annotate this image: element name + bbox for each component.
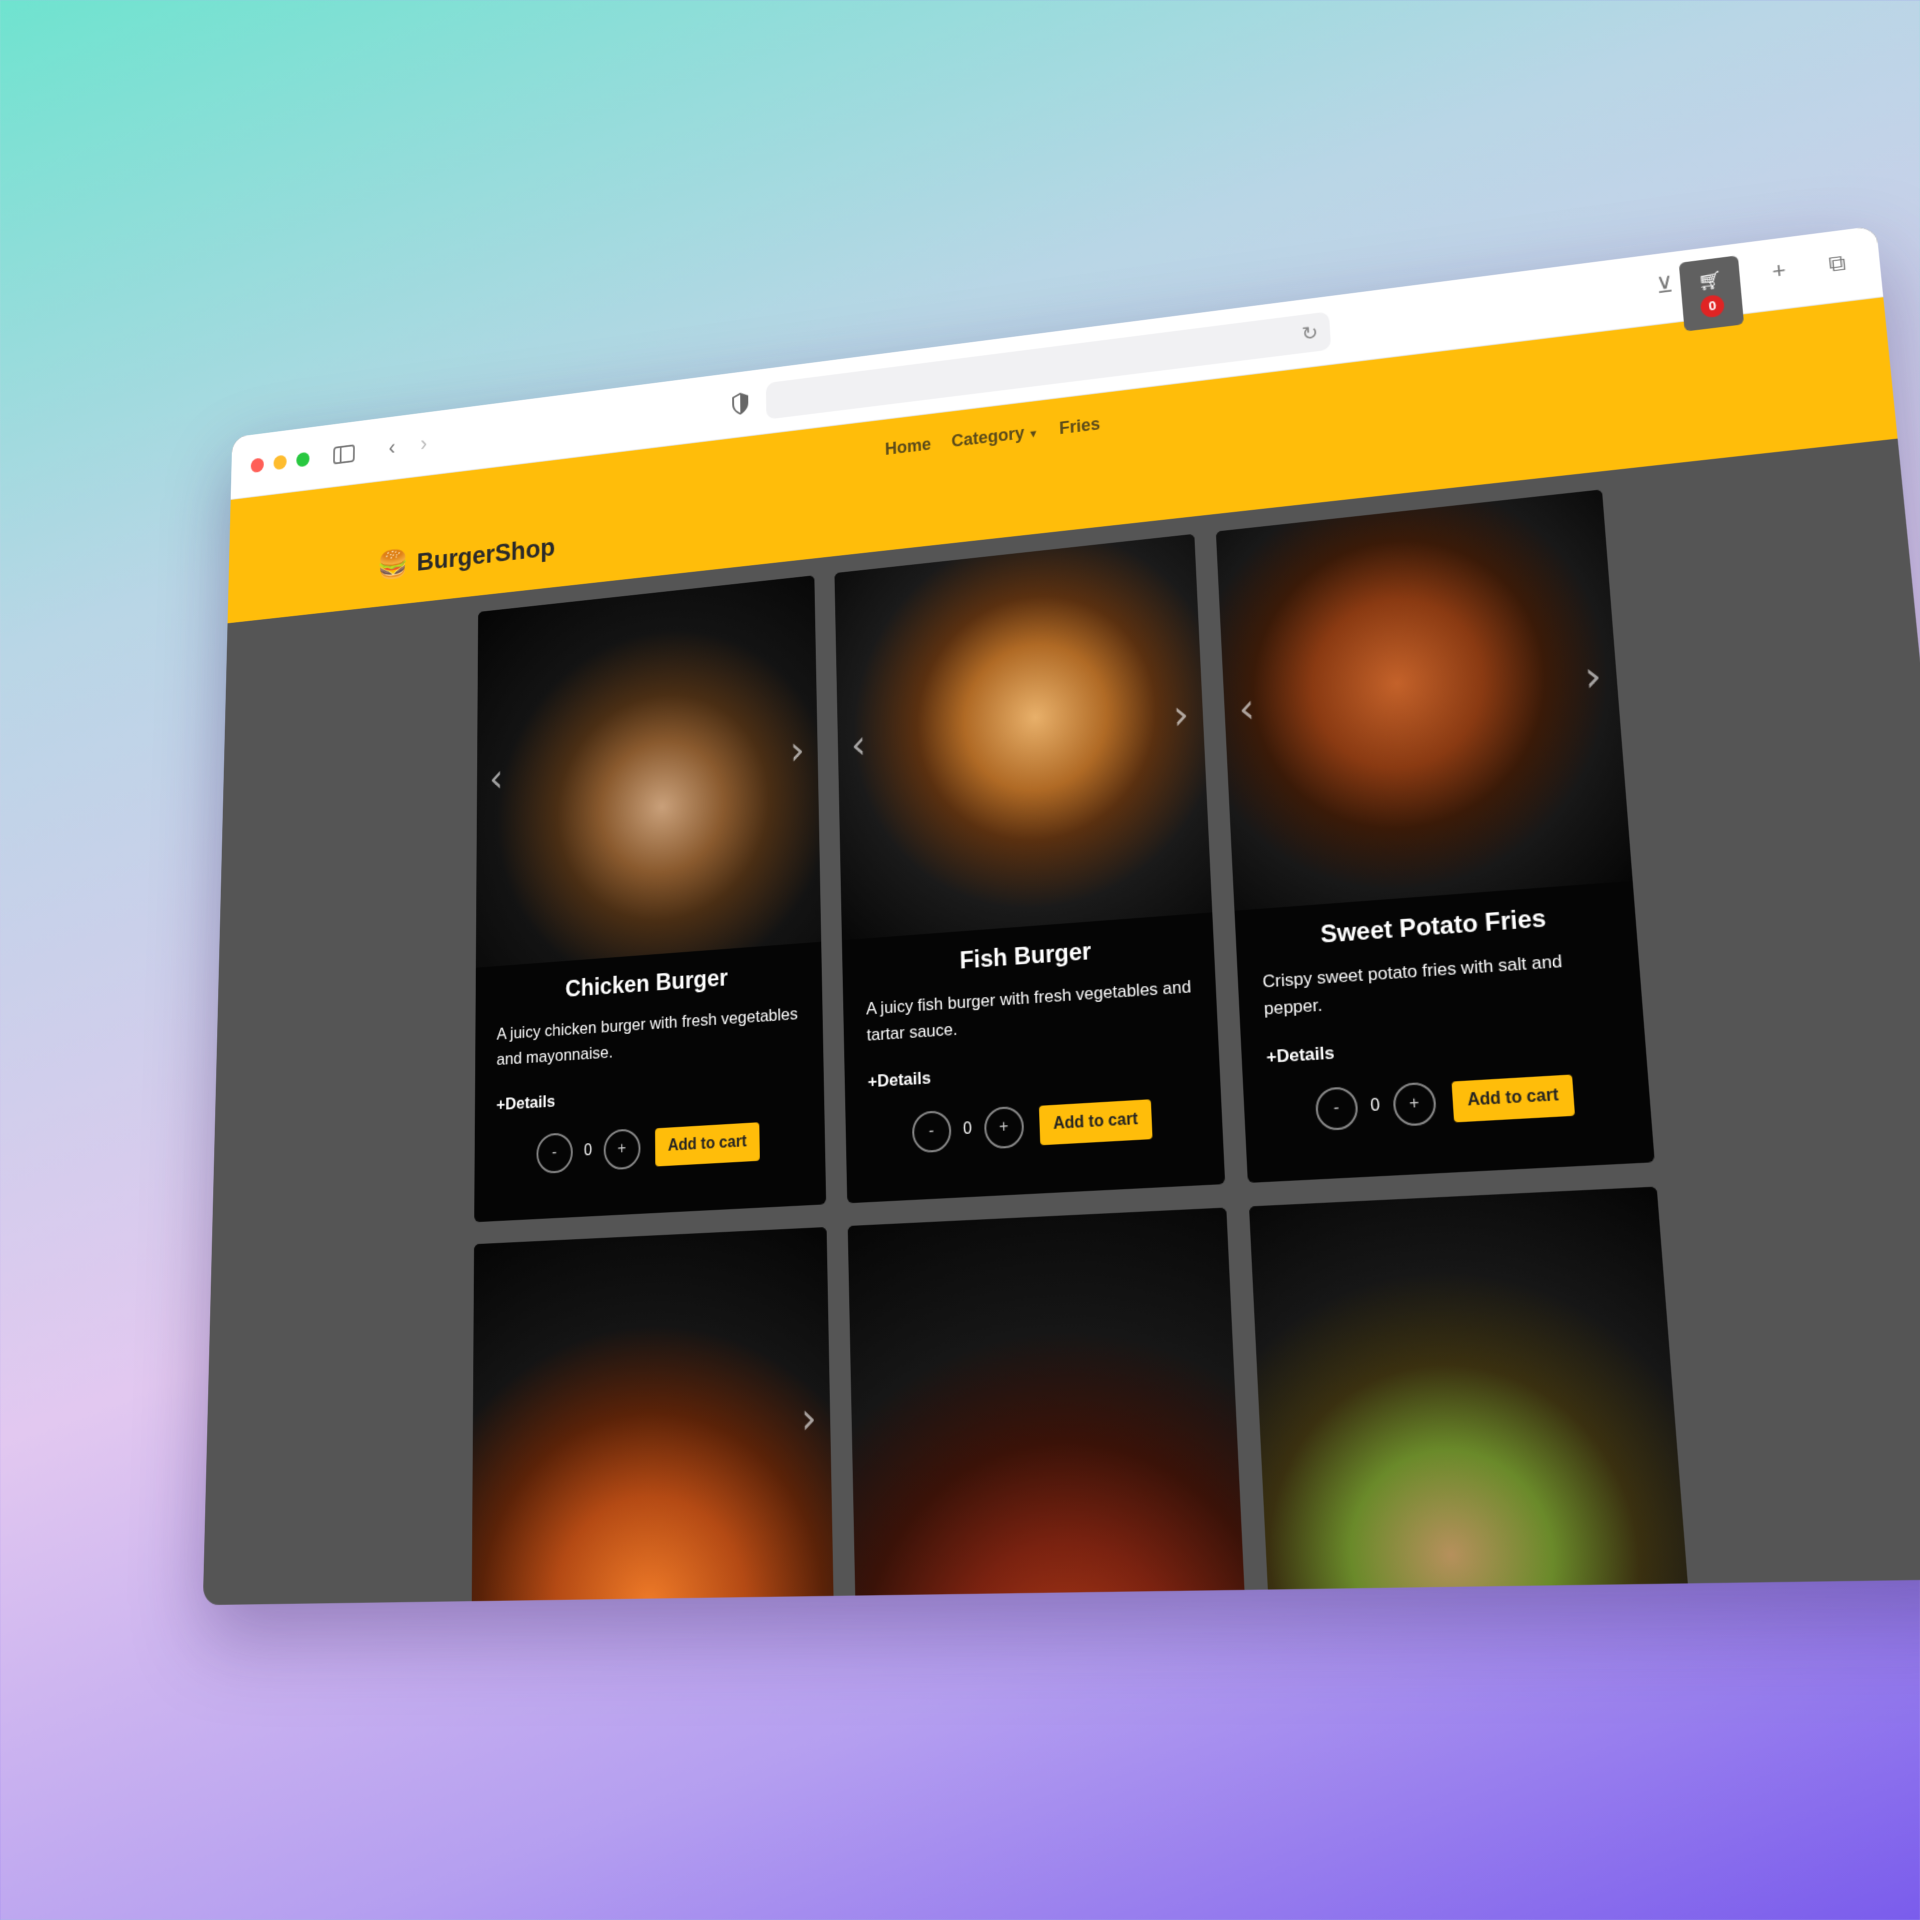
carousel-prev-icon[interactable]: ‹	[1238, 686, 1256, 733]
product-image: ›	[469, 1227, 840, 1606]
carousel-next-icon[interactable]: ›	[801, 1395, 817, 1444]
add-to-cart-button[interactable]: Add to cart	[1038, 1098, 1153, 1145]
minimize-window-button[interactable]	[273, 454, 287, 470]
product-description: A juicy fish burger with fresh vegetable…	[865, 976, 1192, 1046]
product-card: ‹ › Chicken Burger A juicy chicken burge…	[474, 575, 827, 1223]
carousel-next-icon[interactable]: ›	[790, 728, 806, 774]
product-image: ‹ ›	[475, 575, 822, 968]
back-icon[interactable]: ‹	[379, 434, 406, 462]
shield-icon	[732, 391, 749, 416]
decrease-quantity-button[interactable]: -	[911, 1109, 952, 1154]
details-link[interactable]: +Details	[1266, 1042, 1335, 1067]
product-card	[847, 1207, 1261, 1606]
brand-name: BurgerShop	[416, 531, 556, 576]
product-title: Fish Burger	[959, 937, 1092, 975]
increase-quantity-button[interactable]: +	[1391, 1081, 1437, 1127]
cart-icon: 🛒︎	[1697, 268, 1724, 292]
product-title: Chicken Burger	[565, 964, 729, 1003]
product-card	[1249, 1186, 1716, 1606]
add-to-cart-button[interactable]: Add to cart	[1451, 1074, 1576, 1123]
cart-count-badge: 0	[1699, 293, 1725, 318]
carousel-next-icon[interactable]: ›	[1172, 692, 1190, 739]
product-description: Crispy sweet potato fries with salt and …	[1262, 951, 1563, 1020]
new-tab-icon[interactable]: +	[1762, 254, 1797, 288]
carousel-prev-icon[interactable]: ‹	[489, 757, 503, 801]
tabs-icon[interactable]: ⧉	[1820, 247, 1855, 281]
chevron-down-icon: ▼	[1028, 428, 1039, 441]
details-link[interactable]: +Details	[868, 1068, 932, 1092]
close-window-button[interactable]	[250, 457, 264, 473]
quantity-value: 0	[583, 1141, 593, 1160]
nav-home[interactable]: Home	[885, 435, 932, 460]
browser-window: ‹ › ↻ ⊻ ⇪ + ⧉ Home Category▼ Fries	[202, 225, 1920, 1606]
product-image: ‹ ›	[834, 533, 1213, 941]
nav-fries[interactable]: Fries	[1059, 414, 1101, 439]
sidebar-icon[interactable]	[331, 440, 358, 468]
product-image	[847, 1207, 1261, 1606]
decrease-quantity-button[interactable]: -	[536, 1131, 573, 1174]
increase-quantity-button[interactable]: +	[983, 1105, 1025, 1150]
product-card: ‹ › Fish Burger A juicy fish burger with…	[834, 533, 1226, 1204]
quantity-value: 0	[962, 1119, 973, 1138]
brand[interactable]: 🍔 BurgerShop	[377, 531, 555, 583]
cart-button[interactable]: 🛒︎ 0	[1678, 255, 1745, 332]
carousel-prev-icon[interactable]: ‹	[851, 723, 867, 769]
forward-icon[interactable]: ›	[410, 430, 437, 458]
product-card: ‹ › Sweet Potato Fries Crispy sweet pota…	[1215, 489, 1655, 1183]
quantity-value: 0	[1369, 1096, 1381, 1115]
product-image	[1249, 1186, 1716, 1606]
details-link[interactable]: +Details	[496, 1091, 555, 1114]
product-grid: ‹ › Chicken Burger A juicy chicken burge…	[469, 489, 1716, 1606]
reload-icon[interactable]: ↻	[1301, 321, 1319, 347]
product-description: A juicy chicken burger with fresh vegeta…	[496, 1004, 799, 1070]
product-title: Sweet Potato Fries	[1319, 904, 1547, 949]
burger-logo-icon: 🍔	[376, 548, 409, 582]
zoom-window-button[interactable]	[296, 451, 310, 467]
decrease-quantity-button[interactable]: -	[1314, 1085, 1359, 1131]
main-nav: Home Category ▼ Fries	[885, 414, 1101, 459]
add-to-cart-button[interactable]: Add to cart	[654, 1121, 761, 1167]
window-controls	[250, 451, 310, 473]
increase-quantity-button[interactable]: +	[603, 1127, 641, 1171]
nav-category[interactable]: Category ▼	[951, 422, 1039, 452]
download-icon[interactable]: ⊻	[1648, 269, 1682, 302]
carousel-next-icon[interactable]: ›	[1583, 653, 1604, 702]
product-image: ‹ ›	[1215, 489, 1633, 911]
product-card: ›	[469, 1227, 840, 1606]
nav-category-label: Category	[951, 423, 1025, 451]
